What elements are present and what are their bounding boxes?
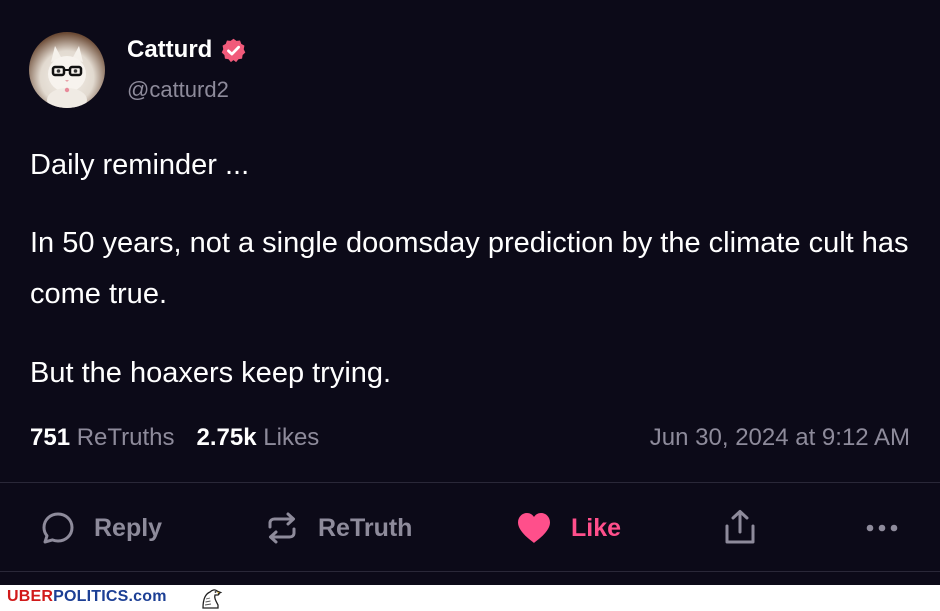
post-paragraph: But the hoaxers keep trying.: [30, 357, 392, 389]
reply-button[interactable]: Reply: [40, 505, 162, 551]
retruths-label: ReTruths: [76, 424, 175, 451]
post-stats: 751 ReTruths 2.75k Likes: [30, 424, 319, 452]
share-button[interactable]: [722, 505, 758, 551]
like-label: Like: [571, 513, 622, 542]
truth-post: Catturd @catturd2 Daily reminder ... In …: [0, 0, 940, 585]
post-paragraph: In 50 years, not a single doomsday predi…: [30, 227, 909, 310]
divider: [0, 482, 940, 483]
retruth-label: ReTruth: [318, 513, 413, 542]
author-display-name[interactable]: Catturd: [127, 36, 212, 64]
avatar[interactable]: [29, 32, 105, 108]
heart-icon: [518, 513, 550, 543]
eagle-icon: [202, 589, 223, 609]
likes-label: Likes: [263, 424, 320, 451]
brand-politics: POLITICS: [53, 588, 129, 605]
more-button[interactable]: [864, 505, 900, 551]
likes-stat[interactable]: 2.75k Likes: [197, 424, 320, 452]
share-upload-icon: [725, 510, 755, 544]
retruth-button[interactable]: ReTruth: [264, 505, 412, 551]
likes-count: 2.75k: [196, 424, 257, 451]
retruths-stat[interactable]: 751 ReTruths: [30, 424, 175, 452]
post-actions-bar: Reply ReTruth Like: [0, 505, 940, 551]
post-paragraph: Daily reminder ...: [30, 149, 250, 181]
site-logo: UBERPOLITICS.com: [7, 588, 167, 606]
brand-uber: UBER: [7, 588, 54, 605]
post-timestamp[interactable]: Jun 30, 2024 at 9:12 AM: [650, 424, 910, 452]
brand-com: .com: [128, 588, 167, 605]
repost-arrows-icon: [268, 512, 296, 544]
verified-badge-icon: [222, 38, 246, 62]
cat-with-glasses-icon: [47, 46, 87, 108]
reply-label: Reply: [94, 513, 163, 542]
retruths-count: 751: [30, 424, 71, 451]
watermark-footer: UBERPOLITICS.com: [0, 585, 940, 611]
author-handle[interactable]: @catturd2: [127, 77, 229, 103]
author-name-row: Catturd: [127, 36, 247, 64]
like-button[interactable]: Like: [515, 505, 621, 551]
more-dots-icon: [866, 524, 898, 532]
divider: [0, 571, 940, 572]
speech-bubble-icon: [42, 512, 74, 544]
